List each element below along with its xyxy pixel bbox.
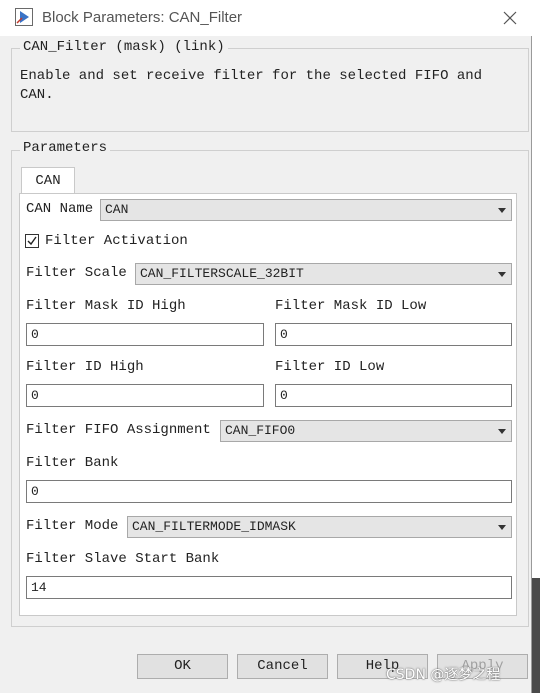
ok-button[interactable]: OK xyxy=(137,654,228,679)
filter-mask-id-low-label: Filter Mask ID Low xyxy=(275,298,427,314)
chevron-down-icon xyxy=(498,525,506,530)
can-name-value: CAN xyxy=(105,202,129,217)
filter-mode-dropdown[interactable]: CAN_FILTERMODE_IDMASK xyxy=(127,516,512,538)
watermark-text: CSDN @逐梦之程 xyxy=(386,667,501,683)
filter-fifo-assignment-label: Filter FIFO Assignment xyxy=(26,422,211,438)
can-name-label: CAN Name xyxy=(26,201,94,217)
filter-mask-id-low-input[interactable]: 0 xyxy=(275,323,512,346)
filter-slave-start-bank-label: Filter Slave Start Bank xyxy=(26,551,220,567)
block-heading: CAN_Filter (mask) (link) xyxy=(20,39,228,55)
chevron-down-icon xyxy=(498,272,506,277)
cancel-button[interactable]: Cancel xyxy=(237,654,328,679)
filter-mode-label: Filter Mode xyxy=(26,518,119,534)
filter-scale-label: Filter Scale xyxy=(26,265,127,281)
close-button[interactable] xyxy=(496,4,524,32)
filter-fifo-assignment-dropdown[interactable]: CAN_FIFO0 xyxy=(220,420,512,442)
filter-id-low-input[interactable]: 0 xyxy=(275,384,512,407)
filter-scale-dropdown[interactable]: CAN_FILTERSCALE_32BIT xyxy=(135,263,512,285)
simulink-block-icon xyxy=(15,8,33,26)
can-name-dropdown[interactable]: CAN xyxy=(100,199,512,221)
filter-id-high-label: Filter ID High xyxy=(26,359,144,375)
chevron-down-icon xyxy=(498,429,506,434)
block-parameters-dialog: Block Parameters: CAN_Filter CAN_Filter … xyxy=(0,0,532,693)
filter-mask-id-high-label: Filter Mask ID High xyxy=(26,298,186,314)
parameters-legend: Parameters xyxy=(20,140,111,156)
block-description: Enable and set receive filter for the se… xyxy=(20,68,483,103)
title-bar[interactable]: Block Parameters: CAN_Filter xyxy=(0,0,532,36)
filter-bank-input[interactable]: 0 xyxy=(26,480,512,503)
close-icon xyxy=(503,11,517,25)
tab-can[interactable]: CAN xyxy=(21,167,75,194)
background-window-edge xyxy=(532,578,540,693)
filter-id-low-label: Filter ID Low xyxy=(275,359,385,375)
filter-activation-checkbox[interactable] xyxy=(25,234,39,248)
filter-slave-start-bank-input[interactable]: 14 xyxy=(26,576,512,599)
filter-fifo-assignment-value: CAN_FIFO0 xyxy=(225,423,296,438)
filter-activation-label[interactable]: Filter Activation xyxy=(45,233,188,249)
filter-id-high-input[interactable]: 0 xyxy=(26,384,264,407)
filter-mode-value: CAN_FILTERMODE_IDMASK xyxy=(132,519,296,534)
window-title: Block Parameters: CAN_Filter xyxy=(42,9,243,26)
chevron-down-icon xyxy=(498,208,506,213)
filter-mask-id-high-input[interactable]: 0 xyxy=(26,323,264,346)
filter-bank-label: Filter Bank xyxy=(26,455,119,471)
checkmark-icon xyxy=(27,236,37,246)
filter-scale-value: CAN_FILTERSCALE_32BIT xyxy=(140,266,304,281)
